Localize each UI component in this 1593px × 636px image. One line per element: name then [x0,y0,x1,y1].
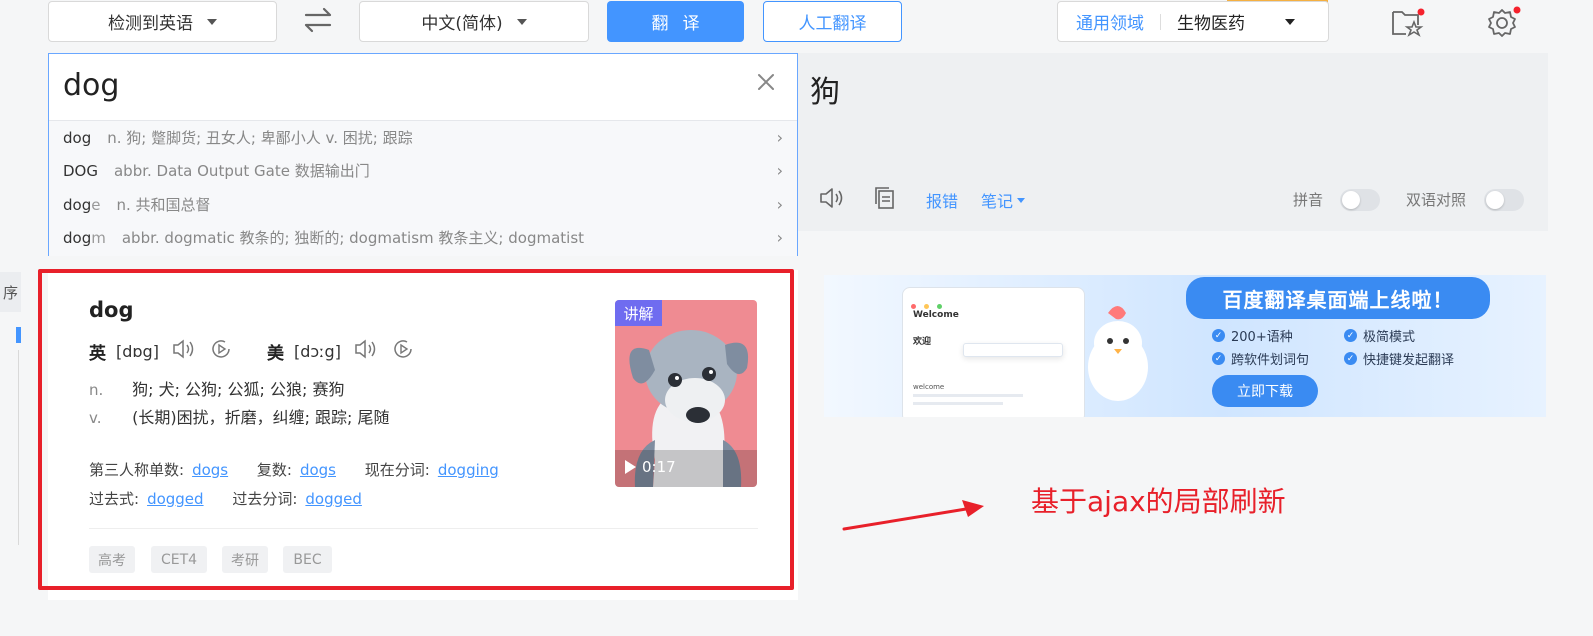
chevron-right-icon: › [776,128,783,147]
play-icon[interactable] [625,460,636,474]
inflection-link[interactable]: dogs [300,461,336,479]
check-icon: ✓ [1344,352,1357,365]
mock-app-window: Welcome 欢迎 welcome [902,287,1085,417]
translation-result: 狗 [810,75,840,110]
check-icon: ✓ [1212,329,1225,342]
inflection-link[interactable]: dogs [192,461,228,479]
bilingual-toggle[interactable] [1484,189,1524,211]
mock-line [913,394,1023,397]
us-speaker-icon[interactable] [353,337,381,365]
check-icon: ✓ [1344,329,1357,342]
favorites-star-icon[interactable] [1388,5,1426,39]
domain-selected-label: 生物医药 [1177,14,1245,34]
chevron-right-icon: › [776,161,783,180]
target-language-label: 中文(简体) [421,14,503,34]
domain-general-option[interactable]: 通用领域 [1076,9,1144,34]
exam-tag[interactable]: BEC [283,546,332,573]
download-button[interactable]: 立即下载 [1212,375,1318,407]
mock-line [913,402,1003,405]
chevron-down-icon [516,18,527,25]
banner-feature: ✓ 跨软件划词句 [1212,349,1309,368]
inflection-row: 过去式: dogged 过去分词: dogged [89,490,362,508]
banner-feature: ✓ 极简模式 [1344,326,1415,345]
inflection-link[interactable]: dogged [305,490,362,508]
speaker-icon[interactable] [818,185,848,211]
video-duration: 0:17 [625,458,676,476]
translation-output-panel: 狗 报错 笔记 拼音 双语对照 [798,53,1548,231]
us-phonetic: [dɔːg] [293,341,341,361]
us-replay-icon[interactable] [391,337,415,365]
uk-phonetic: [dɒg] [116,341,159,361]
check-icon: ✓ [1212,352,1225,365]
annotation-text: 基于ajax的局部刷新 [1031,485,1286,518]
uk-speaker-icon[interactable] [171,337,199,365]
desktop-app-banner[interactable]: Welcome 欢迎 welcome 百度翻译桌面端上线啦！ ✓ 200+语种 ✓… [824,275,1546,417]
mascot-illustration [1082,299,1154,403]
exam-tag[interactable]: 考研 [222,546,268,573]
pinyin-label: 拼音 [1293,191,1324,209]
inflection-link[interactable]: dogged [147,490,204,508]
clear-input-icon[interactable] [755,71,777,93]
copy-icon[interactable] [872,185,898,211]
source-text-input[interactable]: dog [63,68,119,103]
sense-row: v. (长期)困扰，折磨，纠缠; 跟踪; 尾随 [89,408,390,427]
video-thumbnail[interactable]: 讲解 0:17 [615,300,757,487]
inflection-row: 第三人称单数: dogs 复数: dogs 现在分词: dogging [89,461,499,479]
source-input-panel: dog dog n. 狗; 蹩脚货; 丑女人; 卑鄙小人 v. 困扰; 跟踪 ›… [48,53,798,256]
dict-headword: dog [89,298,134,322]
suggestion-item[interactable]: dog n. 狗; 蹩脚货; 丑女人; 卑鄙小人 v. 困扰; 跟踪 › [63,121,783,154]
phonetics-row: 英 [dɒg] 美 [dɔːg] [89,337,415,365]
mock-search-box [963,343,1063,357]
uk-replay-icon[interactable] [209,337,233,365]
mock-app-title: Welcome [913,310,959,320]
bilingual-label: 双语对照 [1406,191,1467,209]
target-language-select[interactable]: 中文(简体) [359,1,589,42]
mock-app-text: 欢迎 [913,337,932,347]
suggestion-item[interactable]: dogm abbr. dogmatic 教条的; 独断的; dogmatism … [63,221,783,254]
notes-dropdown[interactable]: 笔记 [981,188,1026,212]
source-language-select[interactable]: 检测到英语 [48,1,277,42]
card-divider [89,528,758,529]
swap-languages-icon[interactable] [300,4,336,36]
pinyin-toggle[interactable] [1340,189,1380,211]
report-error-link[interactable]: 报错 [926,188,958,212]
exam-tag[interactable]: 高考 [89,546,135,573]
domain-select[interactable]: 通用领域 生物医药 [1057,1,1329,42]
explain-badge: 讲解 [615,300,662,326]
annotation-arrow-icon [838,495,990,535]
banner-headline: 百度翻译桌面端上线啦！ [1186,277,1490,319]
suggestion-list: dog n. 狗; 蹩脚货; 丑女人; 卑鄙小人 v. 困扰; 跟踪 › DOG… [49,120,797,256]
sidebar-indicator [16,327,21,343]
inflection-link[interactable]: dogging [438,461,499,479]
exam-tag[interactable]: CET4 [151,546,207,573]
sense-row: n. 狗; 犬; 公狗; 公狐; 公狼; 赛狗 [89,380,345,399]
human-translate-button[interactable]: 人工翻译 [763,1,902,42]
chevron-down-icon [1285,18,1295,25]
sidebar-line [18,350,19,545]
suggestion-item[interactable]: DOG abbr. Data Output Gate 数据输出门 › [63,154,783,187]
mock-titlebar [911,294,1076,309]
suggestion-item[interactable]: doge n. 共和国总督 › [63,188,783,221]
mock-app-word: welcome [913,383,945,391]
settings-gear-icon[interactable] [1484,4,1522,40]
chevron-down-icon [1017,197,1026,203]
chevron-right-icon: › [776,195,783,214]
chevron-down-icon [207,18,217,25]
domain-divider [1160,13,1161,30]
banner-feature: ✓ 200+语种 [1212,326,1293,345]
translate-button[interactable]: 翻译 [607,1,744,42]
source-language-label: 检测到英语 [108,14,193,34]
sidebar-tab[interactable]: 序 [0,272,21,312]
banner-feature: ✓ 快捷键发起翻译 [1344,349,1454,368]
chevron-right-icon: › [776,228,783,247]
